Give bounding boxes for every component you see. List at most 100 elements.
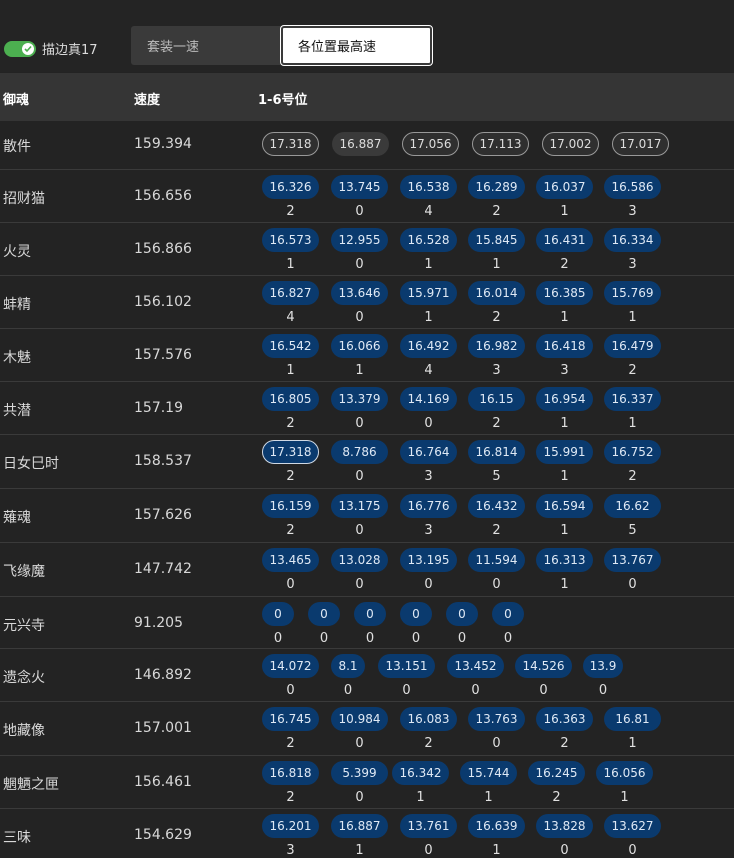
slot-speed-pill[interactable]: 16.827 [262, 281, 319, 305]
slot-speed-pill[interactable]: 16.81 [604, 707, 661, 731]
slot-speed-pill[interactable]: 16.479 [604, 334, 661, 358]
slot-speed-pill[interactable]: 16.15 [468, 387, 525, 411]
slot-count: 2 [560, 736, 569, 751]
slot-speed-pill[interactable]: 16.342 [392, 761, 449, 785]
slot-speed-pill[interactable]: 13.767 [604, 548, 661, 572]
slot-speed-pill[interactable]: 13.175 [331, 494, 388, 518]
slot-speed-pill[interactable]: 16.764 [400, 440, 457, 464]
slot-speed-pill[interactable]: 13.627 [604, 814, 661, 838]
slot-speed-pill[interactable]: 0 [308, 602, 340, 626]
slot-speed-pill[interactable]: 16.542 [262, 334, 319, 358]
slot-count: 0 [598, 683, 608, 698]
slot-speed-pill[interactable]: 15.991 [536, 440, 593, 464]
slot-speed-pill[interactable]: 16.385 [536, 281, 593, 305]
slot-speed-pill[interactable]: 16.289 [468, 175, 525, 199]
slot-speed-pill[interactable]: 13.452 [447, 654, 504, 678]
slot-speed-pill[interactable]: 16.066 [331, 334, 388, 358]
slot-speed-pill[interactable]: 14.526 [515, 654, 572, 678]
outline-toggle-group[interactable]: 描边真17 [4, 39, 98, 58]
slot-count: 0 [355, 523, 364, 538]
slot-speed-pill[interactable]: 17.056 [402, 132, 459, 156]
slot-speed-pill[interactable]: 13.828 [536, 814, 593, 838]
slot-speed-pill[interactable]: 16.954 [536, 387, 593, 411]
slot-speed-pill[interactable]: 16.982 [468, 334, 525, 358]
slot-speed-pill[interactable]: 13.761 [400, 814, 457, 838]
slot-speed-pill[interactable]: 16.492 [400, 334, 457, 358]
outline-toggle[interactable] [4, 40, 36, 57]
row-name: 元兴寺 [3, 618, 45, 634]
slot-speed-pill[interactable]: 17.002 [542, 132, 599, 156]
slot-speed-pill[interactable]: 0 [354, 602, 386, 626]
slot-speed-pill[interactable]: 11.594 [468, 548, 525, 572]
slot-speed-pill[interactable]: 16.62 [604, 494, 661, 518]
slot-speed-pill[interactable]: 17.113 [472, 132, 529, 156]
slot-count: 0 [424, 416, 433, 431]
slot-speed-pill[interactable]: 16.776 [400, 494, 457, 518]
check-icon [22, 42, 34, 55]
slot-speed-pill[interactable]: 13.465 [262, 548, 319, 572]
slot-speed-pill[interactable]: 13.195 [400, 548, 457, 572]
slot-speed-pill[interactable]: 0 [400, 602, 432, 626]
slot-speed-pill[interactable]: 16.745 [262, 707, 319, 731]
slot-speed-pill[interactable]: 15.971 [400, 281, 457, 305]
slot-speed-pill[interactable]: 16.337 [604, 387, 661, 411]
slot-count: 1 [620, 790, 629, 805]
slot-speed-pill[interactable]: 16.159 [262, 494, 319, 518]
slot-speed-pill[interactable]: 16.887 [331, 814, 388, 838]
slot-speed-pill[interactable]: 8.1 [331, 654, 365, 678]
slot-speed-pill[interactable]: 16.056 [596, 761, 653, 785]
table-row: 魍魉之匣 156.461 16.818 2 5.399 0 16.342 1 15.744 1 16… [0, 755, 734, 808]
slot-speed-pill[interactable]: 15.769 [604, 281, 661, 305]
slot-speed-pill[interactable]: 16.083 [400, 707, 457, 731]
slot-speed-pill[interactable]: 16.639 [468, 814, 525, 838]
slot-speed-pill[interactable]: 16.326 [262, 175, 319, 199]
slot-speed-pill[interactable]: 13.151 [378, 654, 435, 678]
slot-speed-pill[interactable]: 16.818 [262, 761, 319, 785]
slot-speed-pill[interactable]: 13.745 [331, 175, 388, 199]
slot-speed-pill[interactable]: 16.313 [536, 548, 593, 572]
slot-speed-pill[interactable]: 16.887 [332, 132, 389, 156]
slot-speed-pill[interactable]: 16.363 [536, 707, 593, 731]
slot-speed-pill[interactable]: 16.594 [536, 494, 593, 518]
slot-speed-pill[interactable]: 12.955 [331, 228, 388, 252]
slot-speed-pill[interactable]: 5.399 [331, 761, 388, 785]
slot-speed-pill[interactable]: 16.037 [536, 175, 593, 199]
slot-speed-pill[interactable]: 0 [492, 602, 524, 626]
slot-speed-pill[interactable]: 16.245 [528, 761, 585, 785]
slot-speed-pill[interactable]: 14.072 [262, 654, 319, 678]
slot-speed-pill[interactable]: 16.014 [468, 281, 525, 305]
slot-speed-pill[interactable]: 16.538 [400, 175, 457, 199]
slot-speed-pill[interactable]: 17.017 [612, 132, 669, 156]
slot-speed-pill[interactable]: 0 [446, 602, 478, 626]
slot-speed-pill[interactable]: 16.431 [536, 228, 593, 252]
slot-speed-pill[interactable]: 16.805 [262, 387, 319, 411]
slot-speed-pill[interactable]: 14.169 [400, 387, 457, 411]
tab-set-first-speed[interactable]: 套装一速 [131, 26, 281, 65]
slot-speed-pill[interactable]: 17.318 [262, 440, 319, 464]
slot-speed-pill[interactable]: 13.646 [331, 281, 388, 305]
slot-speed-pill[interactable]: 16.528 [400, 228, 457, 252]
slot-speed-pill[interactable]: 16.752 [604, 440, 661, 464]
slot-speed-pill[interactable]: 16.418 [536, 334, 593, 358]
slot-speed-pill[interactable]: 16.334 [604, 228, 661, 252]
slot-speed-pill[interactable]: 13.379 [331, 387, 388, 411]
row-speed: 159.394 [134, 136, 192, 152]
slot-speed-pill[interactable]: 15.744 [460, 761, 517, 785]
tab-max-speed-per-slot[interactable]: 各位置最高速 [280, 25, 433, 66]
slot-speed-pill[interactable]: 16.586 [604, 175, 661, 199]
slot-speed-pill[interactable]: 0 [262, 602, 294, 626]
slot-speed-pill[interactable]: 13.028 [331, 548, 388, 572]
slot-speed-pill[interactable]: 16.814 [468, 440, 525, 464]
slot-speed-pill[interactable]: 13.9 [583, 654, 623, 678]
slot-speed-pill[interactable]: 16.432 [468, 494, 525, 518]
slot-speed-pill[interactable]: 17.318 [262, 132, 319, 156]
slot-speed-pill[interactable]: 16.573 [262, 228, 319, 252]
slot-speed-pill[interactable]: 8.786 [331, 440, 388, 464]
slot-speed-pill[interactable]: 13.763 [468, 707, 525, 731]
slot-count: 1 [424, 257, 433, 272]
slot-speed-pill[interactable]: 15.845 [468, 228, 525, 252]
row-speed: 146.892 [134, 667, 192, 683]
slot-speed-pill[interactable]: 16.201 [262, 814, 319, 838]
slot-speed-pill[interactable]: 10.984 [331, 707, 388, 731]
row-speed: 158.537 [134, 453, 192, 469]
